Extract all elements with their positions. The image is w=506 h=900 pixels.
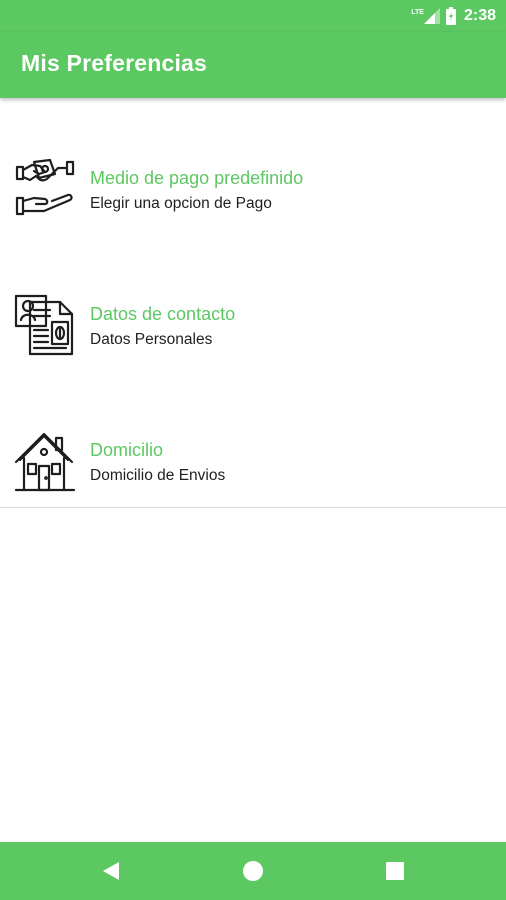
menu-item-subtitle: Datos Personales (90, 331, 213, 348)
list-divider (0, 507, 506, 508)
clock: 2:38 (463, 7, 496, 24)
house-icon (14, 432, 76, 492)
menu-item-contact[interactable]: Datos de contacto Datos Personales (0, 260, 506, 380)
navigation-bar (0, 842, 506, 900)
menu-item-subtitle: Domicilio de Envios (90, 467, 226, 484)
lte-label: LTE (411, 8, 424, 16)
contact-card-icon (14, 294, 74, 356)
menu-item-subtitle: Elegir una opcion de Pago (90, 195, 272, 212)
recents-icon (386, 862, 404, 880)
signal-icon (423, 8, 440, 24)
app-bar: Mis Preferencias (0, 32, 506, 98)
page-title: Mis Preferencias (21, 50, 208, 76)
menu-item-title: Medio de pago predefinido (90, 168, 304, 188)
home-icon (243, 861, 263, 881)
status-bar: LTE 2:38 (0, 0, 506, 32)
menu-item-title: Datos de contacto (90, 304, 236, 324)
handshake-payment-icon (15, 158, 75, 216)
battery-icon (445, 7, 456, 25)
back-icon (103, 862, 119, 880)
recents-button[interactable] (365, 842, 425, 900)
menu-item-payment[interactable]: Medio de pago predefinido Elegir una opc… (0, 120, 506, 240)
menu-item-address[interactable]: Domicilio Domicilio de Envios (0, 396, 506, 516)
home-button[interactable] (223, 842, 283, 900)
back-button[interactable] (81, 842, 141, 900)
menu-item-title: Domicilio (90, 440, 164, 460)
status-icons: LTE 2:38 (411, 6, 496, 26)
